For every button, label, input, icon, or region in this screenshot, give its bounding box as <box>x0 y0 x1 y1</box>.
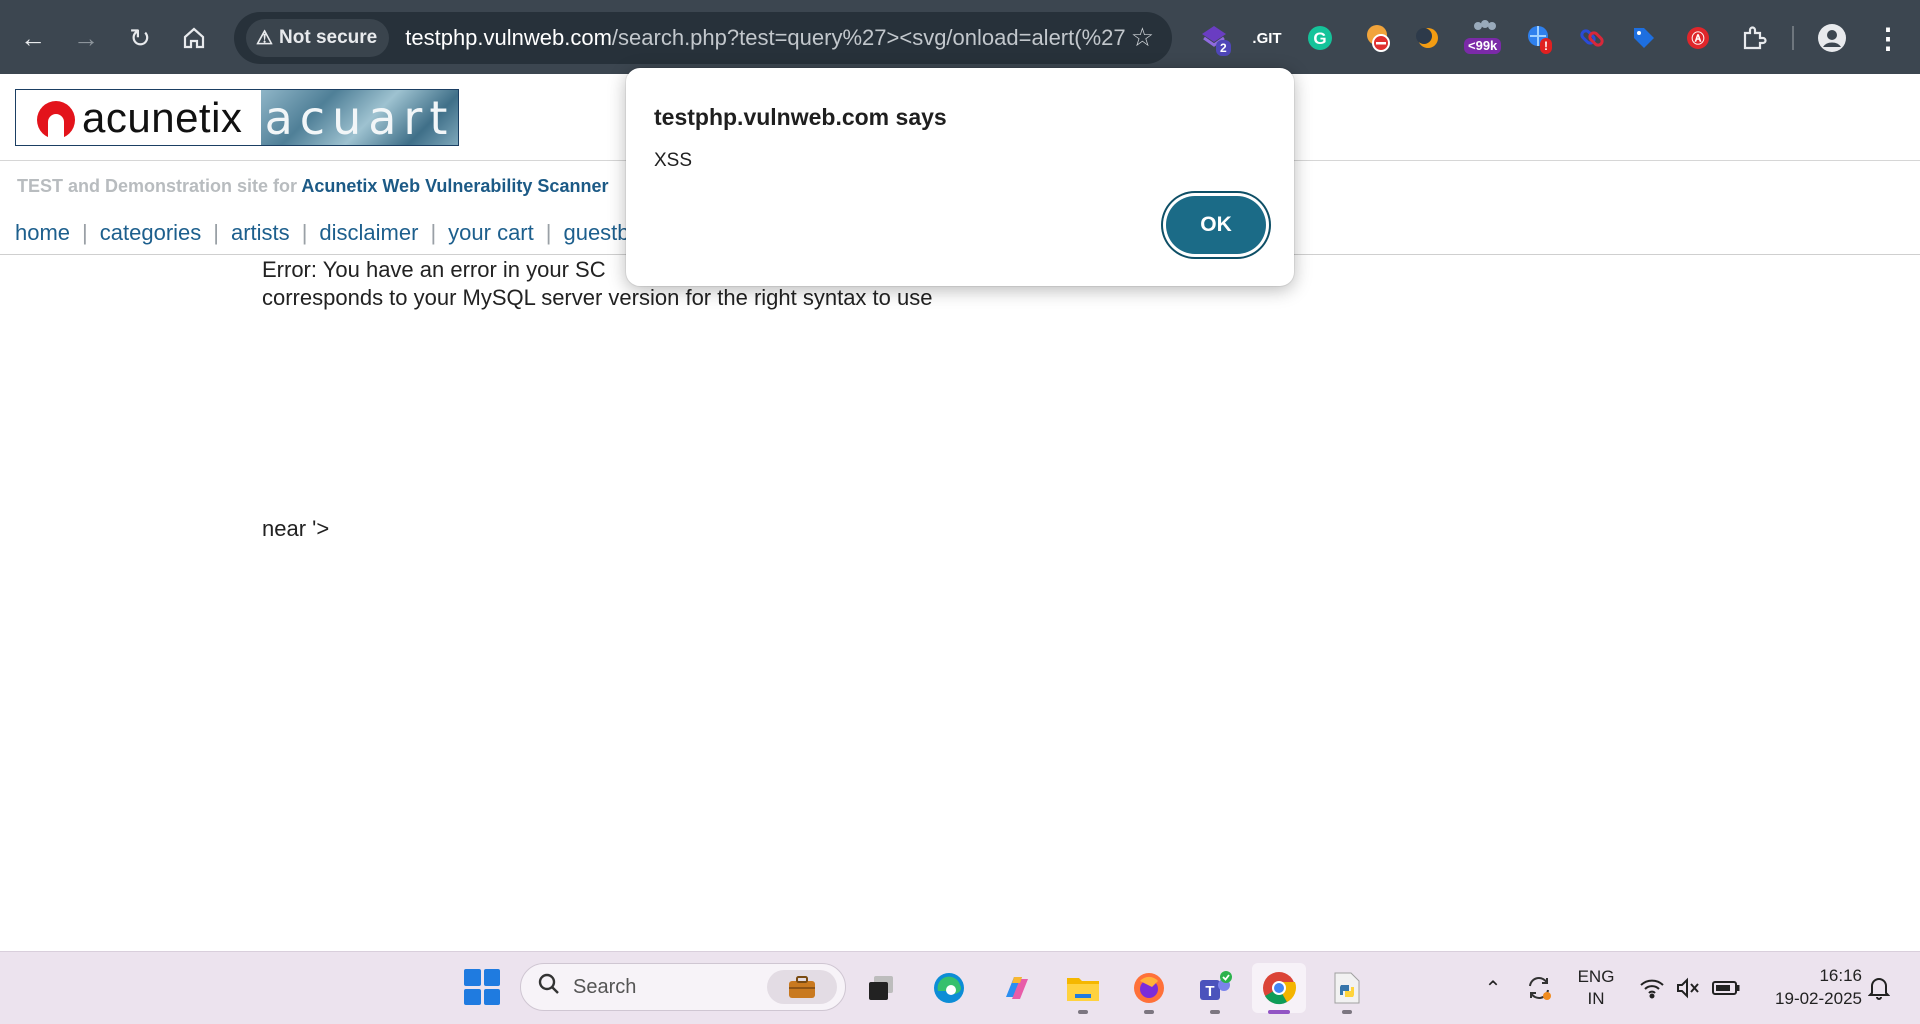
address-bar[interactable]: ⚠ Not secure testphp.vulnweb.com/search.… <box>234 12 1172 64</box>
logo-acunetix-text: acunetix <box>82 93 243 141</box>
profile-avatar-icon[interactable] <box>1814 20 1850 56</box>
taskbar-search-placeholder: Search <box>573 975 637 998</box>
svg-text:Ⓐ: Ⓐ <box>1691 31 1704 46</box>
counter-extension-icon[interactable]: <99k <box>1462 20 1508 56</box>
python-file-icon[interactable] <box>1320 963 1374 1014</box>
nav-your-cart[interactable]: your cart <box>436 220 546 246</box>
grammarly-icon[interactable]: G <box>1302 20 1338 56</box>
warning-icon: ⚠ <box>256 27 274 49</box>
counter-badge: <99k <box>1464 38 1502 54</box>
back-arrow-icon[interactable]: ← <box>13 18 53 58</box>
briefcase-icon <box>767 970 837 1004</box>
sql-error-line-3: near '> <box>262 516 330 541</box>
tag-extension-icon[interactable] <box>1626 20 1662 56</box>
bookmark-star-icon[interactable]: ☆ <box>1131 22 1154 53</box>
firefox-icon[interactable] <box>1122 963 1176 1014</box>
taskbar-search-box[interactable]: Search <box>520 963 846 1011</box>
extension-stack-icon[interactable]: 2 <box>1196 20 1232 56</box>
language-code: ENG <box>1577 967 1615 986</box>
nav-disclaimer[interactable]: disclaimer <box>307 220 430 246</box>
git-extension-label: .GIT <box>1252 29 1282 47</box>
moon-extension-icon[interactable] <box>1410 20 1446 56</box>
windows-start-icon[interactable] <box>464 969 500 1005</box>
url-path: /search.php?test=query%27><svg/onload=al… <box>611 25 1126 50</box>
sql-error-line-1: Error: You have an error in your SC <box>262 257 606 282</box>
copilot-icon[interactable] <box>990 963 1044 1013</box>
forward-arrow-icon[interactable]: → <box>66 18 106 58</box>
tagline-scanner-link[interactable]: Acunetix Web Vulnerability Scanner <box>301 176 608 196</box>
clock-time: 16:16 <box>1819 966 1862 985</box>
ok-button[interactable]: OK <box>1166 196 1266 254</box>
reload-icon[interactable]: ↻ <box>120 18 160 58</box>
tagline-prefix: TEST and Demonstration site for <box>17 175 302 196</box>
dialog-message: XSS <box>654 150 693 171</box>
running-indicator <box>1210 1010 1220 1014</box>
url-text[interactable]: testphp.vulnweb.com/search.php?test=quer… <box>405 25 1125 51</box>
running-indicator <box>1078 1010 1088 1014</box>
tagline: TEST and Demonstration site for Acunetix… <box>17 176 608 197</box>
kebab-menu-icon[interactable]: ⋮ <box>1870 20 1906 56</box>
site-logo-banner[interactable]: acunetix acuart <box>15 89 459 146</box>
nav-categories[interactable]: categories <box>88 220 214 246</box>
browser-toolbar: ← → ↻ ⚠ Not secure testphp.vulnweb.com/s… <box>0 0 1920 74</box>
svg-text:T: T <box>1205 983 1214 1000</box>
volume-muted-icon[interactable] <box>1672 952 1704 1024</box>
clock-date: 19-02-2025 <box>1775 989 1862 1008</box>
cookie-blocker-icon[interactable] <box>1360 20 1396 56</box>
running-indicator <box>1342 1010 1352 1014</box>
toolbar-divider <box>1792 26 1794 50</box>
dialog-title: testphp.vulnweb.com says <box>654 104 947 130</box>
wifi-icon[interactable] <box>1636 952 1668 1024</box>
teams-icon[interactable]: T <box>1188 963 1242 1014</box>
nav-home[interactable]: home <box>0 220 82 246</box>
nav-artists[interactable]: artists <box>219 220 302 246</box>
link-extension-icon[interactable] <box>1574 20 1610 56</box>
search-icon <box>537 972 561 1003</box>
acunetix-mark-icon <box>34 96 78 140</box>
alert-badge: ! <box>1540 38 1552 54</box>
region-code: IN <box>1587 989 1605 1008</box>
system-clock[interactable]: 16:16 19-02-2025 <box>1752 964 1862 1010</box>
battery-icon[interactable] <box>1708 952 1744 1024</box>
red-shield-extension-icon[interactable]: Ⓐ <box>1680 20 1716 56</box>
notification-bell-icon[interactable] <box>1864 952 1894 1024</box>
sync-icon[interactable] <box>1522 952 1556 1024</box>
running-indicator <box>1144 1010 1154 1014</box>
home-icon[interactable] <box>174 18 214 58</box>
active-indicator <box>1268 1010 1290 1014</box>
site-security-chip[interactable]: ⚠ Not secure <box>246 19 390 57</box>
extension-badge-count: 2 <box>1216 40 1231 56</box>
security-label: Not secure <box>279 27 378 48</box>
svg-text:G: G <box>1313 29 1326 48</box>
logo-acuart-text: acuart <box>264 90 455 145</box>
acunetix-logo: acunetix <box>16 90 261 145</box>
file-explorer-icon[interactable] <box>1056 963 1110 1014</box>
chrome-icon[interactable] <box>1252 963 1306 1014</box>
alert-dialog: testphp.vulnweb.com says XSS OK <box>626 68 1294 286</box>
globe-extension-icon[interactable]: ! <box>1522 20 1558 56</box>
acuart-logo: acuart <box>261 90 458 145</box>
windows-taskbar: Search T ⌃ ENG IN 16:16 19-02-2025 <box>0 951 1920 1024</box>
sql-error-line-2: corresponds to your MySQL server version… <box>262 285 933 310</box>
url-host: testphp.vulnweb.com <box>405 25 612 50</box>
task-view-icon[interactable] <box>854 963 908 1013</box>
chevron-up-icon[interactable]: ⌃ <box>1478 952 1508 1024</box>
edge-browser-icon[interactable] <box>922 963 976 1013</box>
input-language[interactable]: ENG IN <box>1576 966 1616 1010</box>
git-extension-icon[interactable]: .GIT <box>1250 20 1284 56</box>
extensions-puzzle-icon[interactable] <box>1736 20 1772 56</box>
